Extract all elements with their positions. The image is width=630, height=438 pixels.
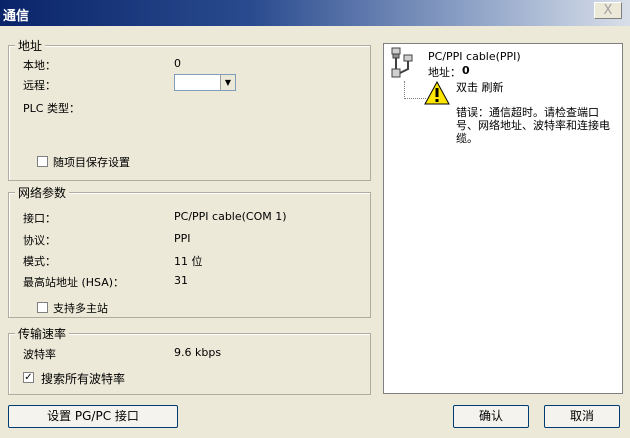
cable-name: PC/PPI cable(PPI)	[428, 50, 521, 63]
cable-address-value: 0	[462, 64, 470, 77]
setup-pgpc-interface-button[interactable]: 设置 PG/PC 接口	[8, 405, 178, 428]
address-group-legend: 地址	[15, 37, 46, 54]
remote-label: 远程：	[23, 79, 56, 92]
save-settings-checkbox[interactable]	[37, 156, 48, 167]
multimaster-checkbox[interactable]	[37, 302, 48, 313]
ok-button[interactable]: 确认	[453, 405, 529, 428]
refresh-hint[interactable]: 双击 刷新	[456, 79, 504, 95]
baud-label: 波特率	[23, 348, 56, 361]
cancel-button[interactable]: 取消	[544, 405, 620, 428]
multimaster-label: 支持多主站	[53, 302, 108, 315]
search-all-baud-checkbox[interactable]: ✓	[23, 372, 34, 383]
remote-address-combo[interactable]: ▼	[174, 74, 236, 91]
hsa-label: 最高站地址 (HSA)：	[23, 276, 125, 289]
pc-ppi-cable-icon[interactable]	[388, 47, 416, 81]
rate-group-legend: 传输速率	[15, 325, 70, 342]
search-all-baud-label: 搜索所有波特率	[41, 372, 126, 386]
tree-connector-vertical	[404, 81, 405, 99]
close-button[interactable]: X	[594, 2, 622, 19]
local-value: 0	[174, 57, 181, 70]
title-bar: 通信 X	[0, 0, 630, 26]
plc-type-label: PLC 类型：	[23, 102, 80, 115]
window-title: 通信	[3, 9, 30, 24]
interface-label: 接口：	[23, 212, 56, 225]
address-group: 地址 本地： 0 远程： PLC 类型： 随项目保存设置	[8, 37, 371, 181]
network-params-group: 网络参数 接口： PC/PPI cable(COM 1) 协议： PPI 模式：…	[8, 184, 371, 318]
hsa-value: 31	[174, 274, 188, 287]
mode-value: 11 位	[174, 255, 203, 268]
save-settings-label: 随项目保存设置	[53, 156, 130, 169]
warning-icon[interactable]	[424, 81, 450, 105]
network-tree-panel[interactable]: PC/PPI cable(PPI) 地址： 0 双击 刷新 错误：通信超时。请检…	[383, 43, 623, 394]
protocol-label: 协议：	[23, 234, 56, 247]
local-label: 本地：	[23, 59, 56, 72]
communication-dialog: 通信 X 地址 本地： 0 远程： PLC 类型： 随项目保存设置 ▼ 网络参数…	[0, 0, 630, 438]
interface-value: PC/PPI cable(COM 1)	[174, 210, 287, 223]
network-group-legend: 网络参数	[15, 184, 70, 201]
error-message: 错误：通信超时。请检查端口号、网络地址、波特率和连接电缆。	[456, 106, 610, 145]
transfer-rate-group: 传输速率 波特率 9.6 kbps ✓ 搜索所有波特率	[8, 325, 371, 395]
protocol-value: PPI	[174, 232, 191, 245]
cable-address-label: 地址：	[428, 66, 461, 79]
baud-value: 9.6 kbps	[174, 346, 222, 359]
mode-label: 模式：	[23, 255, 56, 268]
tree-connector-horizontal	[404, 98, 426, 99]
chevron-down-icon[interactable]: ▼	[220, 75, 235, 90]
